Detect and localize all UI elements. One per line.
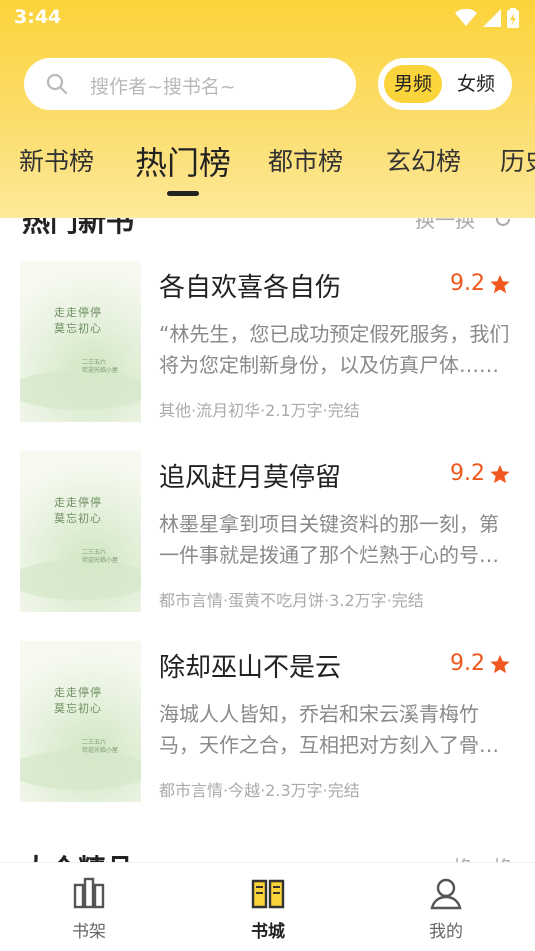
gender-toggle: 男频 女频 xyxy=(378,58,512,110)
book-meta: 都市言情·蛋黄不吃月饼·3.2万字·完结 xyxy=(159,591,424,610)
male-channel-button[interactable]: 男频 xyxy=(384,65,442,103)
book-item[interactable]: 走走停停 莫忘初心 二三五六 欢迎光临小屋 除却巫山不是云 9.2 海城人人皆知… xyxy=(0,641,535,806)
book-meta: 都市言情·今越·2.3万字·完结 xyxy=(159,781,360,800)
book-item[interactable]: 走走停停 莫忘初心 二三五六 欢迎光临小屋 各自欢喜各自伤 9.2 “林先生，您… xyxy=(0,261,535,426)
book-title: 除却巫山不是云 xyxy=(159,653,342,683)
nav-label: 书城 xyxy=(251,922,285,942)
search-bar[interactable]: 搜作者~搜书名~ xyxy=(24,58,356,110)
nav-label: 我的 xyxy=(429,922,463,942)
top-header: 3:44 搜作者~搜书名~ 男频 女频 新书榜 热门榜 都市榜 玄幻榜 历史榜 xyxy=(0,0,535,218)
rating-value: 9.2 xyxy=(450,651,485,676)
profile-icon xyxy=(430,878,462,910)
tab-hot[interactable]: 热门榜 xyxy=(135,138,231,184)
nav-label: 书架 xyxy=(72,922,106,942)
status-icons xyxy=(455,8,519,28)
cover-subtitle: 二三五六 欢迎光临小屋 xyxy=(82,359,119,374)
book-cover: 走走停停 莫忘初心 二三五六 欢迎光临小屋 xyxy=(20,261,141,422)
wifi-icon xyxy=(455,9,477,26)
cover-subtitle: 二三五六 欢迎光临小屋 xyxy=(82,739,119,754)
book-item[interactable]: 走走停停 莫忘初心 二三五六 欢迎光临小屋 追风赶月莫停留 9.2 林墨星拿到项… xyxy=(0,451,535,616)
book-description: 海城人人皆知，乔岩和宋云溪青梅竹马，天作之合，互相把对方刻入了骨血…… xyxy=(159,702,479,757)
book-rating: 9.2 xyxy=(450,271,511,296)
signal-icon xyxy=(483,9,501,27)
book-description: “林先生，您已成功预定假死服务，我们将为您定制新身份，以及仿真尸体…… xyxy=(159,322,510,377)
book-title: 各自欢喜各自伤 xyxy=(159,273,342,303)
rating-value: 9.2 xyxy=(450,461,485,486)
book-description: 林墨星拿到项目关键资料的那一刻，第一件事就是拨通了那个烂熟于心的号码…… xyxy=(159,512,499,567)
tab-history[interactable]: 历史榜 xyxy=(500,142,535,178)
battery-icon xyxy=(507,8,519,28)
cover-title: 走走停停 莫忘初心 xyxy=(54,306,102,335)
cover-title: 走走停停 莫忘初心 xyxy=(54,686,102,715)
book-cover: 走走停停 莫忘初心 二三五六 欢迎光临小屋 xyxy=(20,641,141,802)
cover-title: 走走停停 莫忘初心 xyxy=(54,496,102,525)
bookshelf-icon xyxy=(73,877,105,909)
status-bar: 3:44 xyxy=(0,0,535,36)
ranking-tabs: 新书榜 热门榜 都市榜 玄幻榜 历史榜 xyxy=(0,132,535,198)
search-placeholder: 搜作者~搜书名~ xyxy=(90,76,236,98)
tab-urban[interactable]: 都市榜 xyxy=(268,142,343,178)
book-rating: 9.2 xyxy=(450,461,511,486)
cover-subtitle: 二三五六 欢迎光临小屋 xyxy=(82,549,119,564)
book-rating: 9.2 xyxy=(450,651,511,676)
nav-bookshelf[interactable]: 书架 xyxy=(39,875,139,942)
status-time: 3:44 xyxy=(14,6,62,28)
star-icon xyxy=(490,274,510,293)
star-icon xyxy=(490,464,510,483)
book-meta: 其他·流月初华·2.1万字·完结 xyxy=(159,401,360,420)
nav-profile[interactable]: 我的 xyxy=(396,875,496,942)
female-channel-button[interactable]: 女频 xyxy=(447,65,505,103)
rating-value: 9.2 xyxy=(450,271,485,296)
search-icon xyxy=(46,73,68,95)
nav-bookstore[interactable]: 书城 xyxy=(218,875,318,942)
bookstore-icon xyxy=(251,879,285,909)
book-title: 追风赶月莫停留 xyxy=(159,463,342,493)
tab-fantasy[interactable]: 玄幻榜 xyxy=(386,142,461,178)
star-icon xyxy=(490,654,510,673)
bottom-navigation: 书架 书城 我的 xyxy=(0,862,535,951)
active-tab-indicator xyxy=(167,191,199,196)
tab-new-books[interactable]: 新书榜 xyxy=(19,142,94,178)
book-cover: 走走停停 莫忘初心 二三五六 欢迎光临小屋 xyxy=(20,451,141,612)
